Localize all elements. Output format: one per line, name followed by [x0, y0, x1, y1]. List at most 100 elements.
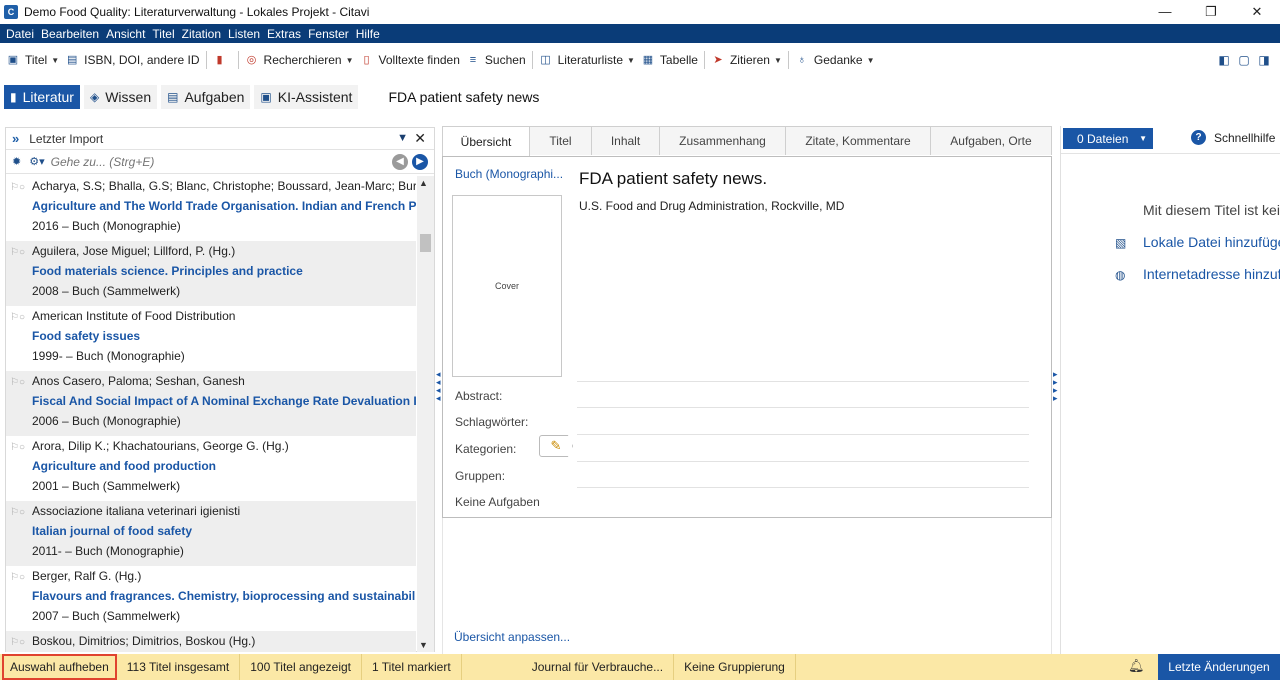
volltexte-button[interactable]: ▯ Volltexte finden [360, 53, 459, 67]
flag-icon[interactable]: ⚐○ [10, 182, 25, 193]
add-web-address-link[interactable]: Internetadresse hinzuf [1143, 266, 1280, 282]
item-authors: American Institute of Food Distribution [32, 309, 236, 323]
flag-icon[interactable]: ⚐○ [10, 572, 25, 583]
tasks-label: Keine Aufgaben [455, 495, 540, 509]
tabelle-button[interactable]: ▦ Tabelle [641, 53, 698, 67]
gedanke-button[interactable]: ♁ Gedanke ▼ [795, 53, 875, 67]
customize-overview-link[interactable]: Übersicht anpassen... [454, 630, 570, 644]
flag-icon[interactable]: ⚐○ [10, 637, 25, 648]
item-authors: Anos Casero, Paloma; Seshan, Ganesh [32, 374, 245, 388]
cite-icon: ➤ [713, 54, 723, 66]
bell-icon[interactable]: 🔔︎ [1128, 658, 1145, 674]
layout-left-icon[interactable]: ◧ [1214, 53, 1234, 67]
new-title-button[interactable]: ▣ Titel ▼ [6, 53, 59, 67]
flag-icon[interactable]: ⚐○ [10, 312, 25, 323]
marked-titles-status[interactable]: 1 Titel markiert [362, 654, 462, 680]
previous-icon[interactable]: ◀ [392, 154, 408, 170]
list-item[interactable]: ⚐○ Arora, Dilip K.; Khachatourians, Geor… [6, 436, 416, 501]
menu-extras[interactable]: Extras [267, 27, 301, 41]
toolbar-divider [703, 51, 705, 69]
gear-icon[interactable]: ✹ [12, 155, 21, 168]
chevron-down-icon[interactable]: ▼ [627, 56, 635, 65]
add-local-file-link[interactable]: Lokale Datei hinzufüge [1143, 234, 1280, 250]
literaturliste-button[interactable]: ◫ Literaturliste ▼ [539, 53, 635, 67]
menu-listen[interactable]: Listen [228, 27, 260, 41]
sort-icon[interactable]: ⚙▾ [29, 155, 44, 168]
isbn-button[interactable]: ▤ ISBN, DOI, andere ID [65, 53, 200, 67]
recherchieren-button[interactable]: ◎ Recherchieren ▼ [245, 53, 354, 67]
tab-titel[interactable]: Titel [529, 126, 592, 155]
grouping-status[interactable]: Keine Gruppierung [674, 654, 796, 680]
tab-aufgaben[interactable]: ▤ Aufgaben [161, 85, 251, 109]
menu-zitation[interactable]: Zitation [182, 27, 221, 41]
list-item[interactable]: ⚐○ Aguilera, Jose Miguel; Lillford, P. (… [6, 241, 416, 306]
tab-zitate-kommentare[interactable]: Zitate, Kommentare [785, 126, 931, 155]
chevron-down-icon[interactable]: ▼ [346, 56, 354, 65]
item-meta: 2007 – Buch (Sammelwerk) [32, 609, 181, 623]
cover-placeholder[interactable]: Cover [452, 195, 562, 377]
chevron-down-icon[interactable]: ▼ [51, 56, 59, 65]
quick-help-label: Schnellhilfe [1214, 130, 1276, 145]
suchen-button[interactable]: ≡ Suchen [466, 53, 526, 67]
document-type-link[interactable]: Buch (Monographi... [455, 167, 563, 181]
menu-titel[interactable]: Titel [152, 27, 174, 41]
sort-status[interactable]: Journal für Verbrauche... [462, 654, 675, 680]
quick-help-button[interactable]: ? Schnellhilfe [1191, 130, 1275, 145]
maximize-button[interactable]: ❐ [1188, 0, 1234, 24]
tab-wissen[interactable]: ◈ Wissen [83, 85, 158, 109]
list-item[interactable]: ⚐○ American Institute of Food Distributi… [6, 306, 416, 371]
menu-datei[interactable]: Datei [6, 27, 34, 41]
list-item[interactable]: ⚐○ Acharya, S.S; Bhalla, G.S; Blanc, Chr… [6, 176, 416, 241]
total-titles-status: 113 Titel insgesamt [117, 654, 241, 680]
scanner-button[interactable]: ▮ [213, 53, 232, 67]
pencil-icon[interactable]: ✎ [539, 435, 573, 457]
flag-icon[interactable]: ⚐○ [10, 247, 25, 258]
scroll-thumb[interactable] [420, 234, 431, 252]
list-item[interactable]: ⚐○ Anos Casero, Paloma; Seshan, Ganesh F… [6, 371, 416, 436]
menu-fenster[interactable]: Fenster [308, 27, 349, 41]
filter-icon[interactable]: ▼ [397, 132, 408, 144]
flag-icon[interactable]: ⚐○ [10, 442, 25, 453]
clear-selection-button[interactable]: Auswahl aufheben [2, 654, 117, 680]
item-authors: Arora, Dilip K.; Khachatourians, George … [32, 439, 289, 453]
list-scrollbar[interactable]: ▲ ▼ [417, 176, 434, 652]
chevron-down-icon[interactable]: ▼ [867, 56, 875, 65]
tab-aufgaben-label: Aufgaben [184, 89, 245, 105]
close-icon[interactable]: ✕ [414, 130, 426, 147]
menu-ansicht[interactable]: Ansicht [106, 27, 145, 41]
chevron-down-icon[interactable]: ▼ [774, 56, 782, 65]
field-divider [577, 461, 1029, 462]
tab-uebersicht[interactable]: Übersicht [442, 126, 530, 156]
last-changes-button[interactable]: Letzte Änderungen [1158, 654, 1280, 680]
flag-icon[interactable]: ⚐○ [10, 377, 25, 388]
layout-right-icon[interactable]: ◨ [1254, 53, 1274, 67]
shown-titles-status: 100 Titel angezeigt [240, 654, 362, 680]
list-item[interactable]: ⚐○ Berger, Ralf G. (Hg.) Flavours and fr… [6, 566, 416, 631]
tab-zusammenhang[interactable]: Zusammenhang [659, 126, 786, 155]
tab-inhalt[interactable]: Inhalt [591, 126, 660, 155]
goto-input[interactable] [50, 154, 351, 169]
next-icon[interactable]: ▶ [412, 154, 428, 170]
menu-hilfe[interactable]: Hilfe [356, 27, 380, 41]
item-title: Food materials science. Principles and p… [32, 264, 303, 278]
tab-wissen-label: Wissen [105, 89, 152, 105]
files-dropdown-button[interactable]: 0 Dateien ▼ [1063, 128, 1153, 149]
right-splitter-handle[interactable]: ▸ ▸ ▸ ▸ [1053, 370, 1058, 403]
tab-ki-assistent[interactable]: ▣ KI-Assistent [254, 85, 359, 109]
layout-center-icon[interactable]: ▢ [1234, 53, 1254, 67]
expand-icon[interactable]: » [12, 131, 19, 146]
flag-icon[interactable]: ⚐○ [10, 507, 25, 518]
left-splitter-handle[interactable]: ◂ ◂ ◂ ◂ [436, 370, 441, 403]
scroll-down-icon[interactable]: ▼ [419, 640, 428, 650]
tab-literatur[interactable]: ▮ Literatur [4, 85, 80, 109]
scroll-up-icon[interactable]: ▲ [419, 178, 428, 188]
zitieren-button[interactable]: ➤ Zitieren ▼ [711, 53, 782, 67]
list-item[interactable]: ⚐○ Boskou, Dimitrios; Dimitrios, Boskou … [6, 631, 416, 652]
item-meta: 2006 – Buch (Monographie) [32, 414, 181, 428]
tab-aufgaben-orte[interactable]: Aufgaben, Orte [930, 126, 1052, 155]
close-window-button[interactable]: ✕ [1234, 0, 1280, 24]
menu-bearbeiten[interactable]: Bearbeiten [41, 27, 99, 41]
list-item[interactable]: ⚐○ Associazione italiana veterinari igie… [6, 501, 416, 566]
minimize-button[interactable]: — [1142, 0, 1188, 24]
attachments-panel: 0 Dateien ▼ ? Schnellhilfe Mit diesem Ti… [1060, 126, 1280, 654]
